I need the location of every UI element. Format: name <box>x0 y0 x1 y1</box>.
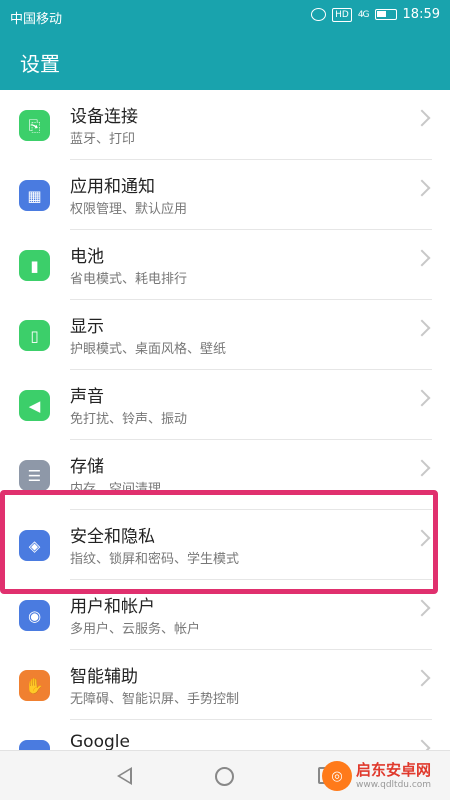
hand-icon: ✋ <box>19 670 50 701</box>
back-icon[interactable] <box>117 767 132 785</box>
settings-item-users-accounts[interactable]: ◉ 用户和帐户 多用户、云服务、帐户 <box>0 580 450 650</box>
settings-item-label: 存储 <box>70 457 104 477</box>
settings-item-label: 用户和帐户 <box>70 597 155 617</box>
watermark-text: 启东安卓网 www.qdltdu.com <box>356 761 431 791</box>
status-bar: 中国移动 HD 4G 18:59 <box>0 0 450 32</box>
settings-item-sound[interactable]: ◀ 声音 免打扰、铃声、振动 <box>0 370 450 440</box>
watermark: ◎ 启东安卓网 www.qdltdu.com <box>322 752 450 800</box>
settings-item-subtitle: 权限管理、默认应用 <box>70 202 188 217</box>
user-icon: ◉ <box>19 600 50 631</box>
settings-item-label: Google <box>70 732 130 750</box>
settings-item-label: 智能辅助 <box>70 667 138 687</box>
settings-item-device-connection[interactable]: ⎘ 设备连接 蓝牙、打印 <box>0 90 450 160</box>
settings-item-battery[interactable]: ▮ 电池 省电模式、耗电排行 <box>0 230 450 300</box>
settings-item-google[interactable]: G Google <box>0 720 450 750</box>
settings-item-security-privacy[interactable]: ◈ 安全和隐私 指纹、锁屏和密码、学生模式 <box>0 510 450 580</box>
settings-list[interactable]: ⎘ 设备连接 蓝牙、打印 ▦ 应用和通知 权限管理、默认应用 ▮ 电池 省电模式… <box>0 90 450 750</box>
chevron-right-icon <box>413 249 431 267</box>
settings-item-subtitle: 无障碍、智能识屏、手势控制 <box>70 692 240 707</box>
battery-status-icon <box>374 9 397 20</box>
settings-item-label: 显示 <box>70 317 104 337</box>
settings-item-subtitle: 省电模式、耗电排行 <box>70 272 188 287</box>
battery-icon: ▮ <box>19 250 50 281</box>
chevron-right-icon <box>413 669 431 687</box>
chevron-right-icon <box>413 599 431 617</box>
watermark-url: www.qdltdu.com <box>356 780 432 790</box>
settings-item-label: 应用和通知 <box>70 177 155 197</box>
chevron-right-icon <box>413 739 431 750</box>
settings-item-apps[interactable]: ▦ 应用和通知 权限管理、默认应用 <box>0 160 450 230</box>
watermark-title: 启东安卓网 <box>356 761 432 779</box>
shield-icon: ◈ <box>19 530 50 561</box>
chevron-right-icon <box>413 389 431 407</box>
settings-item-subtitle: 内存、空间清理 <box>70 482 162 497</box>
storage-icon: ☰ <box>19 460 50 491</box>
settings-item-subtitle: 蓝牙、打印 <box>70 132 136 147</box>
page-title: 设置 <box>20 52 60 76</box>
device-link-icon: ⎘ <box>19 110 50 141</box>
chevron-right-icon <box>413 319 431 337</box>
settings-item-label: 声音 <box>70 387 104 407</box>
settings-item-subtitle: 免打扰、铃声、振动 <box>70 412 188 427</box>
chevron-right-icon <box>413 179 431 197</box>
chevron-right-icon <box>413 109 431 127</box>
chevron-right-icon <box>413 459 431 477</box>
settings-item-label: 安全和隐私 <box>70 527 155 547</box>
alarm-icon <box>311 8 327 21</box>
google-icon: G <box>19 740 50 750</box>
home-icon[interactable] <box>215 767 234 786</box>
signal-icon: 4G <box>357 9 370 20</box>
chevron-right-icon <box>413 529 431 547</box>
status-icons: HD 4G 18:59 <box>311 7 440 22</box>
settings-item-storage[interactable]: ☰ 存储 内存、空间清理 <box>0 440 450 510</box>
settings-item-subtitle: 护眼模式、桌面风格、壁纸 <box>70 342 227 357</box>
display-icon: ▯ <box>19 320 50 351</box>
hd-badge: HD <box>332 7 352 22</box>
settings-item-display[interactable]: ▯ 显示 护眼模式、桌面风格、壁纸 <box>0 300 450 370</box>
carrier-name: 中国移动 <box>10 12 63 27</box>
settings-item-label: 设备连接 <box>70 107 138 127</box>
settings-item-label: 电池 <box>70 247 104 267</box>
speaker-icon: ◀ <box>19 390 50 421</box>
settings-item-smart-assist[interactable]: ✋ 智能辅助 无障碍、智能识屏、手势控制 <box>0 650 450 720</box>
settings-item-subtitle: 多用户、云服务、帐户 <box>70 622 201 637</box>
watermark-logo-icon: ◎ <box>322 761 352 791</box>
app-bar: 设置 <box>0 32 450 90</box>
clock: 18:59 <box>402 7 440 22</box>
settings-item-subtitle: 指纹、锁屏和密码、学生模式 <box>70 552 240 567</box>
apps-grid-icon: ▦ <box>19 180 50 211</box>
